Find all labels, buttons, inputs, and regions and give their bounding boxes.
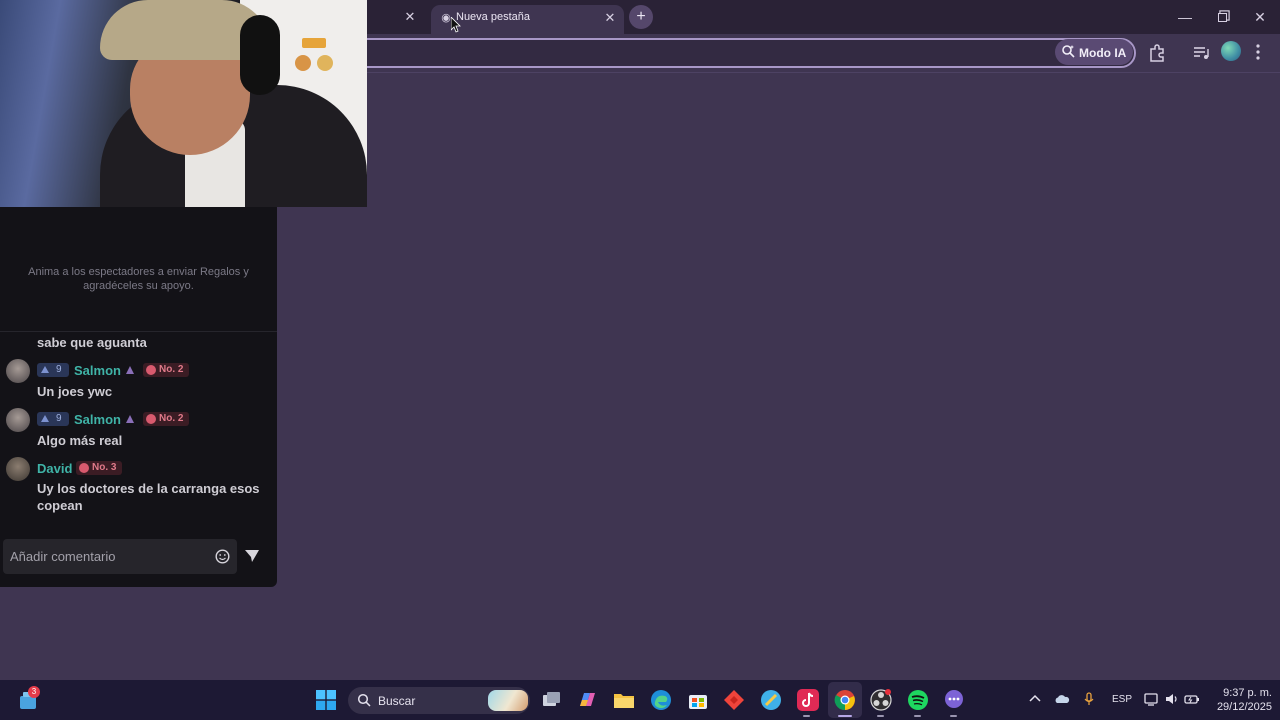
input-language[interactable]: ESP — [1112, 694, 1132, 705]
search-icon — [357, 693, 371, 707]
file-explorer-icon[interactable] — [612, 688, 636, 712]
chat-message-text: sabe que aguanta — [37, 335, 147, 350]
chat-username[interactable]: Salmon — [74, 362, 121, 379]
medal-icon — [146, 414, 156, 424]
copilot-icon[interactable] — [575, 688, 599, 712]
tab-title: Nueva pestaña — [456, 11, 530, 23]
anydesk-icon[interactable] — [722, 688, 746, 712]
chat-username[interactable]: David — [37, 460, 72, 477]
running-indicator — [950, 715, 957, 717]
chat-message-text: Algo más real — [37, 433, 123, 448]
level-badge: 9 — [37, 412, 69, 426]
microphone-icon[interactable] — [1081, 691, 1097, 707]
extensions-icon[interactable] — [1146, 42, 1168, 64]
notification-badge: 3 — [28, 686, 40, 698]
tiktok-icon[interactable] — [796, 688, 820, 712]
divider — [0, 331, 277, 332]
active-indicator — [838, 715, 852, 717]
chat-app-icon[interactable] — [942, 688, 966, 712]
rank-badge: No. 2 — [143, 412, 189, 426]
wall-sticker-image — [295, 38, 333, 71]
running-indicator — [877, 715, 884, 717]
edge-icon[interactable] — [649, 688, 673, 712]
chevron-up-icon[interactable] — [1027, 691, 1043, 707]
comment-input[interactable]: Añadir comentario — [3, 539, 237, 574]
level-triangle-icon — [41, 415, 49, 422]
level-triangle-icon — [41, 366, 49, 373]
fan-icon — [126, 415, 134, 423]
minimize-button[interactable]: — — [1170, 6, 1200, 28]
chat-message-text: Uy los doctores de la carranga esos cope… — [37, 481, 260, 513]
obs-icon[interactable] — [869, 688, 893, 712]
volume-icon[interactable] — [1164, 691, 1180, 707]
headset-image — [240, 15, 280, 95]
avatar[interactable] — [6, 408, 30, 432]
chat-username[interactable]: Salmon — [74, 411, 121, 428]
comment-placeholder: Añadir comentario — [10, 549, 116, 564]
rank-badge: No. 3 — [76, 461, 122, 475]
battery-icon[interactable] — [1184, 691, 1200, 707]
send-icon[interactable] — [244, 548, 260, 564]
fan-icon — [126, 366, 134, 374]
new-tab-button[interactable]: + — [629, 5, 653, 29]
clock-time[interactable]: 9:37 p. m. — [1216, 687, 1272, 699]
running-indicator — [914, 715, 921, 717]
close-tab-icon[interactable]: ✕ — [400, 8, 420, 26]
clock-date[interactable]: 29/12/2025 — [1206, 701, 1272, 713]
avatar[interactable] — [6, 359, 30, 383]
medal-icon — [146, 365, 156, 375]
chrome-icon[interactable] — [833, 688, 857, 712]
avatar[interactable] — [6, 457, 30, 481]
mouse-cursor-icon — [451, 17, 461, 33]
medal-icon — [79, 463, 89, 473]
taskbar-search[interactable]: Buscar — [348, 687, 530, 714]
microsoft-store-icon[interactable] — [686, 688, 710, 712]
live-chat-panel: Anima a los espectadores a enviar Regalo… — [0, 207, 277, 587]
ai-search-icon — [1062, 45, 1075, 58]
emoji-icon[interactable] — [215, 549, 230, 564]
app-icon[interactable] — [759, 688, 783, 712]
restore-button[interactable] — [1207, 6, 1237, 28]
spotify-icon[interactable] — [906, 688, 930, 712]
task-view-icon[interactable] — [539, 688, 563, 712]
level-badge: 9 — [37, 363, 69, 377]
onedrive-icon[interactable] — [1054, 691, 1070, 707]
chat-message-text: Un joes ywc — [37, 384, 113, 399]
webcam-overlay — [0, 0, 367, 207]
menu-icon[interactable] — [1252, 42, 1274, 64]
search-label: Buscar — [378, 694, 416, 708]
running-indicator — [803, 715, 810, 717]
ai-mode-label: Modo IA — [1079, 46, 1127, 60]
close-window-button[interactable]: ✕ — [1245, 6, 1275, 28]
address-bar[interactable] — [300, 38, 1136, 68]
gift-prompt-text: Anima a los espectadores a enviar Regalo… — [28, 266, 249, 292]
taskbar: 3 Buscar ESP 9:37 p. m. 29/12/2025 — [0, 680, 1280, 720]
network-icon[interactable] — [1143, 691, 1159, 707]
windows-start-icon[interactable] — [316, 690, 336, 710]
search-highlight-image — [488, 690, 528, 711]
close-tab-icon[interactable]: ✕ — [601, 9, 619, 27]
media-control-icon[interactable] — [1190, 42, 1212, 64]
rank-badge: No. 2 — [143, 363, 189, 377]
ai-mode-button[interactable]: Modo IA — [1055, 39, 1133, 65]
profile-avatar[interactable] — [1221, 41, 1241, 61]
